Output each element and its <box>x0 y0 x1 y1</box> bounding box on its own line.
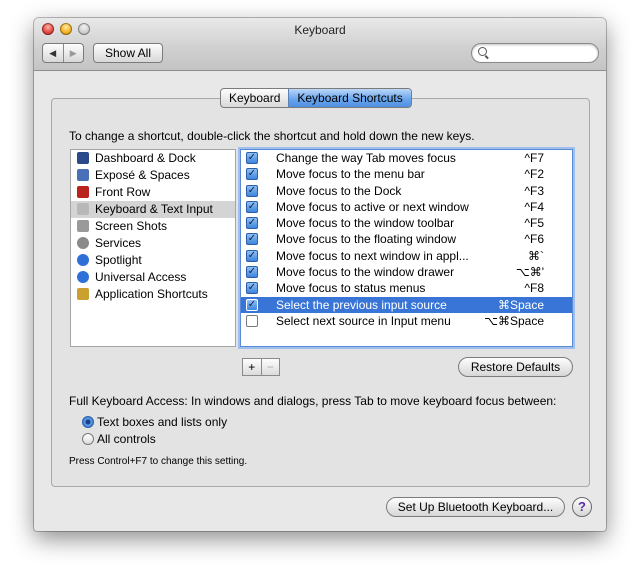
shortcut-key[interactable]: ⌘` <box>528 248 544 264</box>
universal-access-icon <box>77 271 89 283</box>
add-shortcut-button[interactable]: + <box>243 359 261 375</box>
instruction-text: To change a shortcut, double-click the s… <box>69 129 475 143</box>
search-field[interactable] <box>471 43 599 63</box>
expose-icon <box>77 169 89 181</box>
category-item[interactable]: Application Shortcuts <box>71 286 235 303</box>
shortcut-row[interactable]: ✓ Move focus to the window drawer ⌥⌘' <box>241 264 572 280</box>
shortcut-name: Move focus to the Dock <box>276 183 402 198</box>
shortcut-key[interactable]: ⌥⌘Space <box>484 313 544 329</box>
category-label: Keyboard & Text Input <box>95 202 213 216</box>
shortcut-name: Select the previous input source <box>276 297 447 312</box>
shortcut-name: Select next source in Input menu <box>276 313 451 328</box>
checkbox-checked[interactable]: ✓ <box>246 249 258 262</box>
window-title: Keyboard <box>294 23 346 37</box>
shortcut-row[interactable]: ✓ Select the previous input source ⌘Space <box>241 296 572 313</box>
shortcut-key[interactable]: ⌥⌘' <box>516 264 544 280</box>
category-label: Exposé & Spaces <box>95 168 190 182</box>
full-keyboard-access-label: Full Keyboard Access: In windows and dia… <box>69 394 557 408</box>
category-item[interactable]: Exposé & Spaces <box>71 167 235 184</box>
checkbox-checked[interactable]: ✓ <box>246 184 258 197</box>
app-shortcuts-icon <box>77 288 89 300</box>
checkbox[interactable] <box>246 314 258 327</box>
keyboard-icon <box>77 203 89 215</box>
shortcut-name: Move focus to the menu bar <box>276 167 425 182</box>
shortcut-row[interactable]: ✓ Move focus to status menus ^F8 <box>241 280 572 296</box>
shortcut-key[interactable]: ^F5 <box>524 215 544 231</box>
shortcut-row[interactable]: ✓ Move focus to next window in appl... ⌘` <box>241 248 572 264</box>
shortcut-row[interactable]: ✓ Move focus to the menu bar ^F2 <box>241 166 572 182</box>
shortcut-key[interactable]: ^F8 <box>524 280 544 296</box>
shortcut-key[interactable]: ⌘Space <box>498 297 544 313</box>
keyboard-access-note: Press Control+F7 to change this setting. <box>69 456 248 467</box>
camera-icon <box>77 220 89 232</box>
category-label: Application Shortcuts <box>95 287 208 301</box>
checkbox-checked[interactable]: ✓ <box>246 266 258 279</box>
radio-button-selected[interactable] <box>82 416 94 428</box>
shortcut-row[interactable]: ✓ Move focus to the floating window ^F6 <box>241 231 572 247</box>
category-item[interactable]: Front Row <box>71 184 235 201</box>
radio-label: All controls <box>97 432 156 446</box>
category-item[interactable]: Spotlight <box>71 252 235 269</box>
category-item[interactable]: Keyboard & Text Input <box>71 201 235 218</box>
shortcut-name: Move focus to the floating window <box>276 232 457 247</box>
shortcut-name: Move focus to next window in appl... <box>276 248 469 263</box>
shortcut-row[interactable]: ✓ Move focus to active or next window ^F4 <box>241 199 572 215</box>
checkbox-checked[interactable]: ✓ <box>246 217 258 230</box>
back-arrow-icon[interactable]: ◀ <box>43 44 63 62</box>
shortcut-key[interactable]: ^F2 <box>524 166 544 182</box>
add-remove-control: + − <box>242 358 280 376</box>
search-icon <box>478 47 487 56</box>
dashboard-icon <box>77 152 89 164</box>
category-item[interactable]: Universal Access <box>71 269 235 286</box>
category-label: Universal Access <box>95 270 187 284</box>
shortcut-row[interactable]: ✓ Move focus to the window toolbar ^F5 <box>241 215 572 231</box>
checkbox-checked[interactable]: ✓ <box>246 200 258 213</box>
checkbox-checked[interactable]: ✓ <box>246 152 258 164</box>
radio-label: Text boxes and lists only <box>97 415 228 429</box>
category-item[interactable]: Services <box>71 235 235 252</box>
title-bar[interactable]: Keyboard ◀ ▶ Show All <box>34 18 606 71</box>
tab-keyboard-shortcuts[interactable]: Keyboard Shortcuts <box>288 89 411 107</box>
shortcut-name: Change the way Tab moves focus <box>276 151 456 165</box>
category-label: Spotlight <box>95 253 142 267</box>
checkbox-checked[interactable]: ✓ <box>246 282 258 295</box>
remove-shortcut-button[interactable]: − <box>260 359 280 375</box>
category-label: Dashboard & Dock <box>95 151 196 165</box>
tab-bar: Keyboard Keyboard Shortcuts <box>220 88 412 108</box>
front-row-icon <box>77 186 89 198</box>
back-forward-control: ◀ ▶ <box>42 43 84 63</box>
gear-icon <box>77 237 89 249</box>
checkbox-checked[interactable]: ✓ <box>246 233 258 246</box>
help-icon[interactable]: ? <box>572 497 592 517</box>
shortcut-row[interactable]: Select next source in Input menu ⌥⌘Space <box>241 313 572 329</box>
shortcut-key[interactable]: ^F7 <box>524 150 544 166</box>
shortcut-name: Move focus to the window toolbar <box>276 216 455 231</box>
spotlight-icon <box>77 254 89 266</box>
category-item[interactable]: Screen Shots <box>71 218 235 235</box>
shortcut-row[interactable]: ✓ Move focus to the Dock ^F3 <box>241 183 572 199</box>
restore-defaults-button[interactable]: Restore Defaults <box>458 357 573 377</box>
category-label: Front Row <box>95 185 151 199</box>
radio-button[interactable] <box>82 433 94 445</box>
shortcut-name: Move focus to status menus <box>276 281 426 296</box>
show-all-button[interactable]: Show All <box>93 43 163 63</box>
shortcut-key[interactable]: ^F4 <box>524 199 544 215</box>
checkbox-checked[interactable]: ✓ <box>246 168 258 181</box>
category-list[interactable]: Dashboard & Dock Exposé & Spaces Front Row… <box>70 149 236 347</box>
tab-keyboard[interactable]: Keyboard <box>221 89 288 107</box>
shortcut-name: Move focus to active or next window <box>276 199 469 214</box>
forward-arrow-icon[interactable]: ▶ <box>62 44 84 62</box>
preferences-window: Keyboard ◀ ▶ Show All Keyboard Keyboard S… <box>34 18 606 531</box>
shortcut-key[interactable]: ^F3 <box>524 183 544 199</box>
shortcut-row[interactable]: ✓ Change the way Tab moves focus ^F7 <box>241 150 572 166</box>
shortcut-key[interactable]: ^F6 <box>524 231 544 247</box>
category-label: Services <box>95 236 142 250</box>
checkbox-checked[interactable]: ✓ <box>246 298 258 311</box>
category-item[interactable]: Dashboard & Dock <box>71 150 235 167</box>
set-up-bluetooth-keyboard-button[interactable]: Set Up Bluetooth Keyboard... <box>386 497 565 517</box>
shortcut-name: Move focus to the window drawer <box>276 265 455 280</box>
shortcut-list[interactable]: ✓ Change the way Tab moves focus ^F7 ✓ Move … <box>240 149 573 347</box>
category-label: Screen Shots <box>95 219 168 233</box>
